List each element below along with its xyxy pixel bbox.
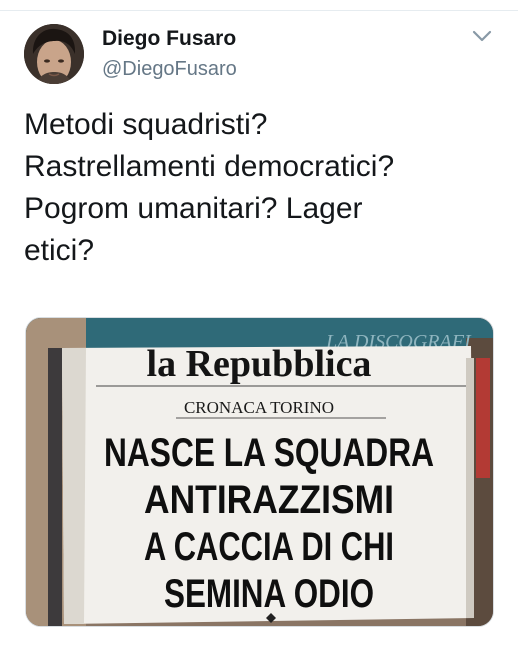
headline-line: NASCE LA SQUADRA xyxy=(104,431,434,475)
tweet-card[interactable]: Diego Fusaro @DiegoFusaro Metodi squadri… xyxy=(0,0,518,647)
tweet-text-line: Rastrellamenti democratici? xyxy=(24,150,395,183)
chevron-down-icon[interactable] xyxy=(470,26,494,46)
newspaper-poster-photo: LA DISCOGRAFI la Repubblica CRONACA TORI… xyxy=(26,318,493,626)
headline-line: ANTIRAZZISMI xyxy=(144,478,394,522)
tweet-text-line: Pogrom umanitari? Lager xyxy=(24,192,363,225)
section-text: CRONACA TORINO xyxy=(184,398,334,417)
tweet-text: Metodi squadristi? Rastrellamenti democr… xyxy=(24,104,494,272)
tweet-media-photo[interactable]: LA DISCOGRAFI la Repubblica CRONACA TORI… xyxy=(25,317,494,627)
headline-line: A CACCIA DI CHI xyxy=(144,525,394,569)
avatar[interactable] xyxy=(24,24,84,84)
tweet-text-line: etici? xyxy=(24,234,95,267)
author-handle[interactable]: @DiegoFusaro xyxy=(102,58,237,81)
tweet-text-line: Metodi squadristi? xyxy=(24,108,268,141)
avatar-image xyxy=(24,24,84,84)
headline-line: SEMINA ODIO xyxy=(164,572,374,616)
author-display-name[interactable]: Diego Fusaro xyxy=(102,27,236,51)
masthead-text: la Repubblica xyxy=(147,343,372,385)
